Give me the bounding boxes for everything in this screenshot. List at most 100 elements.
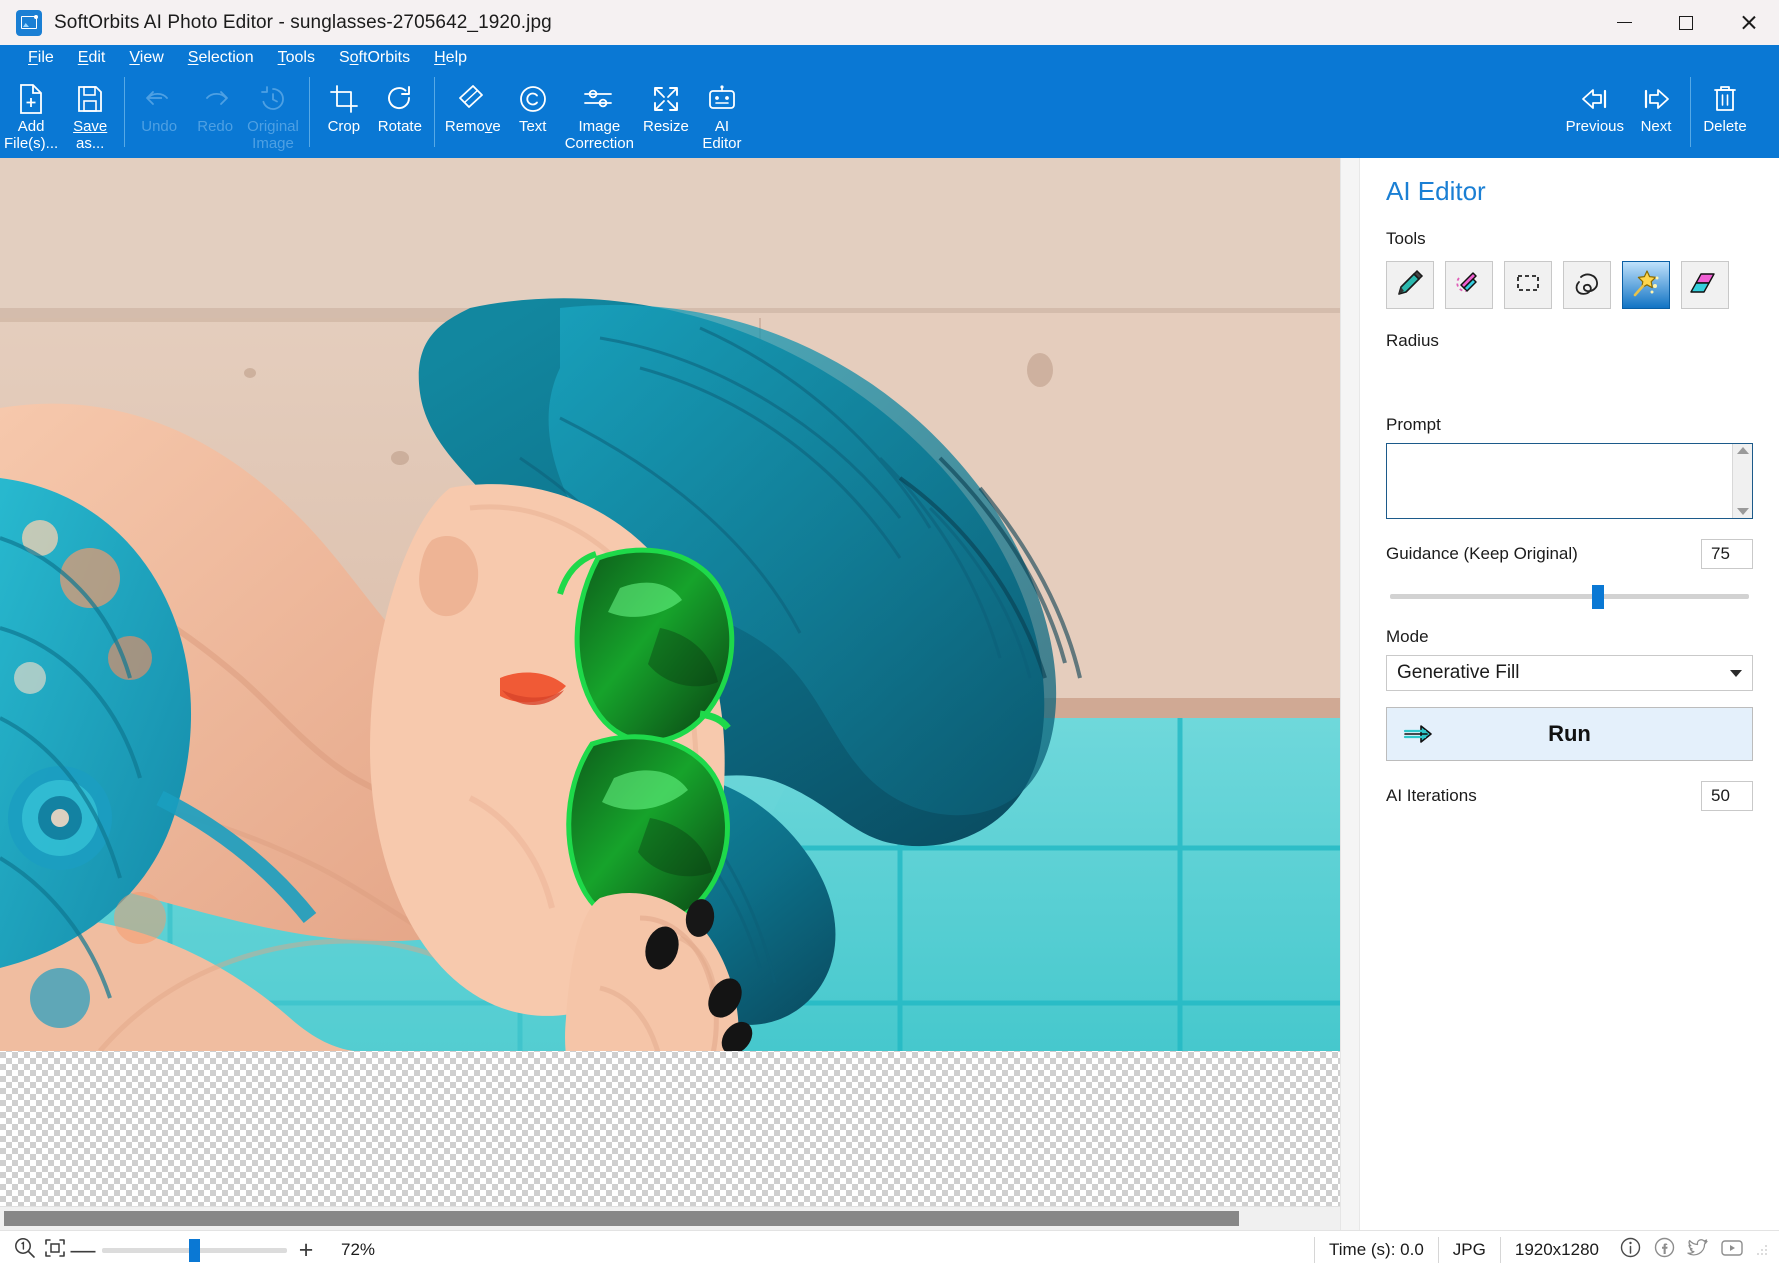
save-as-label-1: Save	[73, 118, 107, 135]
add-files-button[interactable]: AddFile(s)...	[0, 75, 62, 154]
vertical-scrollbar[interactable]	[1340, 158, 1359, 1230]
horizontal-scrollbar-thumb[interactable]	[4, 1211, 1239, 1226]
title-bar: SoftOrbits AI Photo Editor - sunglasses-…	[0, 0, 1779, 45]
close-button[interactable]	[1717, 0, 1779, 45]
menu-tools[interactable]: Tools	[266, 45, 327, 71]
twitter-icon	[1687, 1238, 1709, 1263]
main-content: AI Editor Tools	[0, 158, 1779, 1230]
panel-title: AI Editor	[1386, 176, 1753, 207]
rotate-cw-icon	[386, 83, 414, 115]
menu-selection[interactable]: Selection	[176, 45, 266, 71]
gradient-tool[interactable]	[1681, 261, 1729, 309]
status-bar: — + 72% Time (s): 0.0 JPG 1920x1280	[0, 1230, 1779, 1269]
maximize-button[interactable]	[1655, 0, 1717, 45]
youtube-icon	[1720, 1238, 1744, 1263]
toolbar-separator-2	[309, 77, 310, 147]
brush-tool[interactable]	[1386, 261, 1434, 309]
rotate-button[interactable]: Rotate	[372, 75, 428, 154]
zoom-slider[interactable]	[102, 1237, 287, 1263]
zoom-out-button[interactable]: —	[70, 1238, 96, 1263]
zoom-one-to-one-icon	[14, 1237, 36, 1264]
rectangle-select-tool[interactable]	[1504, 261, 1552, 309]
facebook-button[interactable]	[1647, 1237, 1681, 1263]
resize-grip[interactable]	[1755, 1243, 1769, 1257]
minimize-button[interactable]	[1593, 0, 1655, 45]
tools-row	[1386, 261, 1753, 309]
prompt-input[interactable]	[1387, 444, 1732, 518]
rotate-label: Rotate	[378, 118, 422, 135]
zoom-slider-thumb[interactable]	[189, 1239, 200, 1262]
zoom-in-button[interactable]: +	[293, 1238, 319, 1263]
toolbar-group-history: Undo Redo OriginalImage	[131, 75, 303, 154]
original-image-label-1: Original	[247, 118, 299, 135]
format-status: JPG	[1438, 1237, 1500, 1263]
iterations-value-input[interactable]: 50	[1701, 781, 1753, 811]
menu-file[interactable]: File	[16, 45, 66, 71]
mode-label: Mode	[1386, 627, 1753, 647]
toolbar-separator-3	[434, 77, 435, 147]
rectangle-marquee-icon	[1513, 268, 1543, 303]
next-button[interactable]: Next	[1628, 75, 1684, 154]
photo-render	[0, 158, 1340, 1051]
resize-label: Resize	[643, 118, 689, 135]
facebook-icon	[1654, 1237, 1675, 1263]
crop-button[interactable]: Crop	[316, 75, 372, 154]
guidance-value-input[interactable]: 75	[1701, 539, 1753, 569]
ai-editor-button[interactable]: AIEditor	[694, 75, 750, 154]
toolbar-group-edit: Remove Text ImageCorrection Resize AIEdi…	[441, 75, 750, 154]
menu-softorbits[interactable]: SoftOrbits	[327, 45, 422, 71]
twitter-button[interactable]	[1681, 1237, 1715, 1263]
scroll-down-icon[interactable]	[1737, 508, 1749, 515]
canvas-container	[0, 158, 1340, 1230]
save-as-button[interactable]: Saveas...	[62, 75, 118, 154]
previous-button[interactable]: Previous	[1562, 75, 1628, 154]
redo-label: Redo	[197, 118, 233, 135]
prompt-scrollbar[interactable]	[1732, 444, 1752, 518]
copyright-icon	[519, 83, 547, 115]
scroll-up-icon[interactable]	[1737, 447, 1749, 454]
info-button[interactable]	[1613, 1237, 1647, 1263]
zoom-actual-size-button[interactable]	[10, 1236, 40, 1264]
fit-to-window-button[interactable]	[40, 1236, 70, 1264]
image-canvas[interactable]	[0, 158, 1340, 1206]
text-label: Text	[519, 118, 547, 135]
eraser-tool[interactable]	[1445, 261, 1493, 309]
lasso-tool[interactable]	[1563, 261, 1611, 309]
horizontal-scrollbar[interactable]	[0, 1206, 1340, 1230]
menu-edit[interactable]: Edit	[66, 45, 118, 71]
dimensions-status: 1920x1280	[1500, 1237, 1613, 1263]
app-icon	[16, 10, 42, 36]
redo-button[interactable]: Redo	[187, 75, 243, 154]
prompt-label: Prompt	[1386, 415, 1753, 435]
chevron-down-icon	[1730, 670, 1742, 677]
undo-button[interactable]: Undo	[131, 75, 187, 154]
original-image-button[interactable]: OriginalImage	[243, 75, 303, 154]
menu-view[interactable]: View	[117, 45, 175, 71]
run-button[interactable]: Run	[1386, 707, 1753, 761]
mode-selected-value: Generative Fill	[1397, 662, 1520, 684]
resize-button[interactable]: Resize	[638, 75, 694, 154]
remove-button[interactable]: Remove	[441, 75, 505, 154]
info-icon	[1620, 1237, 1641, 1263]
crop-icon	[330, 83, 358, 115]
image-correction-button[interactable]: ImageCorrection	[561, 75, 638, 154]
radius-control-area[interactable]	[1386, 351, 1753, 397]
guidance-slider-track	[1390, 594, 1749, 599]
text-button[interactable]: Text	[505, 75, 561, 154]
youtube-button[interactable]	[1715, 1237, 1749, 1263]
time-status: Time (s): 0.0	[1314, 1237, 1438, 1263]
previous-label: Previous	[1566, 118, 1624, 135]
guidance-slider[interactable]	[1386, 583, 1753, 609]
mode-select[interactable]: Generative Fill	[1386, 655, 1753, 691]
guidance-slider-thumb[interactable]	[1592, 585, 1604, 609]
robot-icon	[707, 83, 737, 115]
menu-help[interactable]: Help	[422, 45, 479, 71]
menu-bar: File Edit View Selection Tools SoftOrbit…	[0, 45, 1779, 71]
iterations-label: AI Iterations	[1386, 786, 1477, 806]
add-files-label-2: File(s)...	[4, 135, 58, 152]
edited-photo[interactable]	[0, 158, 1340, 1051]
magic-wand-tool[interactable]	[1622, 261, 1670, 309]
toolbar-group-navigation: Previous Next Delete	[1562, 75, 1779, 154]
delete-button[interactable]: Delete	[1697, 75, 1753, 154]
gradient-shape-icon	[1690, 268, 1720, 303]
